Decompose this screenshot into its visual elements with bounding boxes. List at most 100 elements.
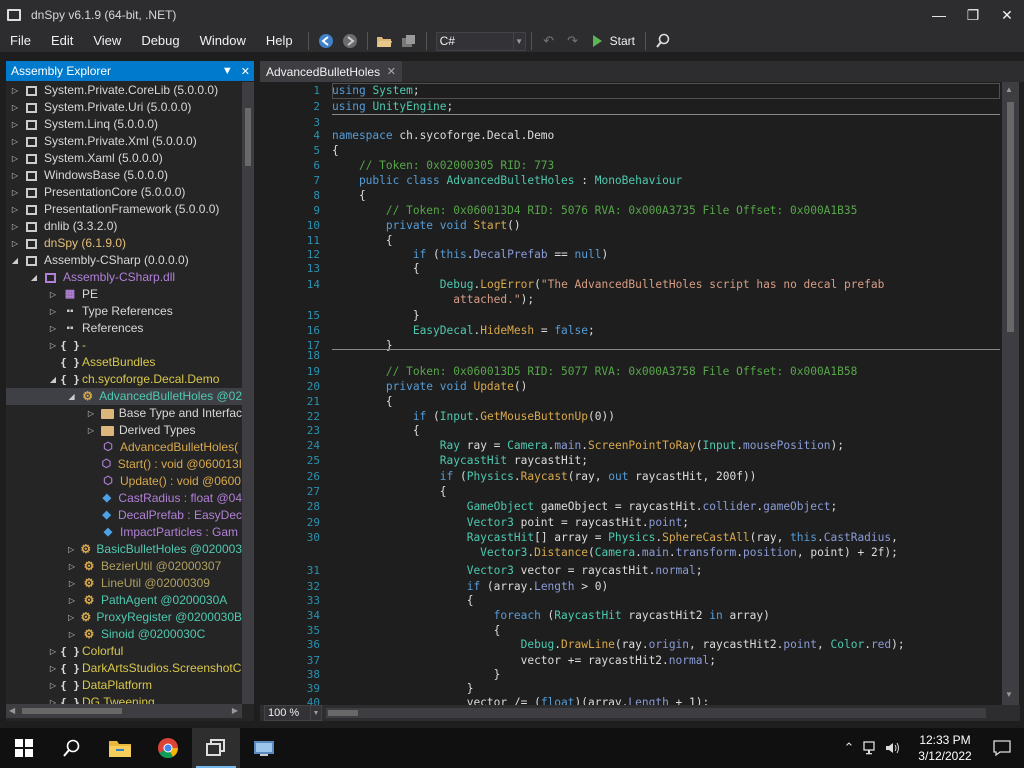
collapse-icon[interactable]: ◢ xyxy=(67,388,76,405)
expand-icon[interactable]: ▷ xyxy=(10,116,20,133)
tree-node[interactable]: ▷ ▦ PE xyxy=(6,286,242,303)
tree-node[interactable]: ▷ PresentationCore (5.0.0.0) xyxy=(6,184,242,201)
expand-icon[interactable]: ▷ xyxy=(10,133,20,150)
navigate-back-icon[interactable] xyxy=(316,31,336,51)
close-panel-icon[interactable]: ✕ xyxy=(241,65,250,78)
expand-icon[interactable]: ▷ xyxy=(48,286,58,303)
expand-icon[interactable]: ▷ xyxy=(86,422,96,439)
chevron-up-icon[interactable]: ⌃ xyxy=(838,728,860,768)
collapse-icon[interactable]: ◢ xyxy=(29,269,39,286)
tree-node[interactable]: ▷ WindowsBase (5.0.0.0) xyxy=(6,167,242,184)
tree-node[interactable]: ▷ PresentationFramework (5.0.0.0) xyxy=(6,201,242,218)
menu-file[interactable]: File xyxy=(0,30,41,52)
open-folder-icon[interactable] xyxy=(375,31,395,51)
expand-icon[interactable]: ▷ xyxy=(10,150,20,167)
tree-node[interactable]: ▷{ } Colorful xyxy=(6,643,242,660)
tree-node[interactable]: ⬡ Start() : void @060013I xyxy=(6,456,242,473)
expand-icon[interactable]: ▷ xyxy=(10,167,20,184)
tree-node[interactable]: ▷ ⚙ LineUtil @02000309 xyxy=(6,575,242,592)
start-menu-button[interactable] xyxy=(0,728,48,768)
tree-node[interactable]: ▷ ⚙ BezierUtil @02000307 xyxy=(6,558,242,575)
collapse-icon[interactable]: ◢ xyxy=(10,252,20,269)
tree-node[interactable]: ▷{ } DataPlatform xyxy=(6,677,242,694)
panel-menu-icon[interactable]: ▼ xyxy=(222,65,233,78)
tree-node[interactable]: ◆ ImpactParticles : Gam xyxy=(6,524,242,541)
menu-debug[interactable]: Debug xyxy=(131,30,189,52)
menu-window[interactable]: Window xyxy=(190,30,256,52)
tree-horizontal-scrollbar[interactable]: ◀ ▶ xyxy=(6,704,242,718)
code-area[interactable]: using System; using UnityEngine; namespace… xyxy=(332,82,1000,705)
open-list-icon[interactable] xyxy=(399,31,419,51)
expand-icon[interactable]: ▷ xyxy=(67,592,77,609)
maximize-button[interactable]: ❐ xyxy=(956,0,990,30)
editor-vertical-scrollbar[interactable]: ▲ ▼ xyxy=(1002,82,1019,705)
expand-icon[interactable]: ▷ xyxy=(48,694,58,704)
expand-icon[interactable]: ▷ xyxy=(10,201,20,218)
expand-icon[interactable]: ▷ xyxy=(67,541,75,558)
tree-node[interactable]: ▷ ▪▪ Type References xyxy=(6,303,242,320)
control-panel-taskbar-button[interactable] xyxy=(240,728,288,768)
close-button[interactable]: ✕ xyxy=(990,0,1024,30)
expand-icon[interactable]: ▷ xyxy=(48,303,58,320)
expand-icon[interactable]: ▷ xyxy=(10,99,20,116)
redo-icon[interactable]: ↷ xyxy=(563,31,583,51)
menu-edit[interactable]: Edit xyxy=(41,30,83,52)
expand-icon[interactable]: ▷ xyxy=(67,575,77,592)
tree-node[interactable]: ▷ System.Private.Uri (5.0.0.0) xyxy=(6,99,242,116)
tree-node[interactable]: ▷ ⚙ ProxyRegister @0200030B xyxy=(6,609,242,626)
tree-node[interactable]: ⬡ AdvancedBulletHoles( xyxy=(6,439,242,456)
expand-icon[interactable]: ▷ xyxy=(48,320,58,337)
tree-node[interactable]: ◆ CastRadius : float @04 xyxy=(6,490,242,507)
collapse-icon[interactable]: ◢ xyxy=(48,371,58,388)
tree-node[interactable]: ◆ DecalPrefab : EasyDec xyxy=(6,507,242,524)
expand-icon[interactable]: ▷ xyxy=(48,660,58,677)
navigate-forward-icon[interactable] xyxy=(340,31,360,51)
tree-node[interactable]: ▷ Derived Types xyxy=(6,422,242,439)
editor-horizontal-scrollbar[interactable] xyxy=(326,708,986,718)
zoom-select[interactable]: 100 % ▼ xyxy=(264,705,322,721)
dnspy-taskbar-button[interactable] xyxy=(192,728,240,768)
start-debugging-button[interactable]: Start xyxy=(592,34,635,48)
tree-node[interactable]: ▷ System.Linq (5.0.0.0) xyxy=(6,116,242,133)
code-editor[interactable]: 1 2 3 4 5 6 7 8 9 10 11 12 13 14 15 16 17 18 19 20 21 22 23 24 2… xyxy=(278,82,1002,705)
menu-help[interactable]: Help xyxy=(256,30,303,52)
chrome-taskbar-button[interactable] xyxy=(144,728,192,768)
expand-icon[interactable]: ▷ xyxy=(67,626,77,643)
tree-node[interactable]: ⬡ Update() : void @0600 xyxy=(6,473,242,490)
tree-node[interactable]: ▷ Base Type and Interfac xyxy=(6,405,242,422)
tree-node[interactable]: ▷ ⚙ PathAgent @0200030A xyxy=(6,592,242,609)
tree-node[interactable]: ▷ System.Xaml (5.0.0.0) xyxy=(6,150,242,167)
file-explorer-taskbar-button[interactable] xyxy=(96,728,144,768)
search-icon[interactable] xyxy=(653,31,673,51)
tree-node[interactable]: ▷ ▪▪ References xyxy=(6,320,242,337)
expand-icon[interactable]: ▷ xyxy=(86,405,96,422)
tree-vertical-scrollbar[interactable] xyxy=(242,82,254,704)
tree-node[interactable]: ▷ ⚙ Sinoid @0200030C xyxy=(6,626,242,643)
expand-icon[interactable]: ▷ xyxy=(10,82,20,99)
tree-node[interactable]: { } AssetBundles xyxy=(6,354,242,371)
undo-icon[interactable]: ↶ xyxy=(539,31,559,51)
tree-node[interactable]: ◢ ⚙ AdvancedBulletHoles @02 xyxy=(6,388,242,405)
tab-advancedbulletholes[interactable]: AdvancedBulletHoles ✕ xyxy=(260,61,402,82)
expand-icon[interactable]: ▷ xyxy=(67,609,75,626)
tree-node[interactable]: ▷ System.Private.Xml (5.0.0.0) xyxy=(6,133,242,150)
tree-node[interactable]: ▷{ } DarkArtsStudios.ScreenshotC xyxy=(6,660,242,677)
language-select[interactable]: C# ▼ xyxy=(435,31,526,51)
action-center-button[interactable] xyxy=(980,728,1024,768)
tree-node[interactable]: ▷{ } DG.Tweening xyxy=(6,694,242,704)
tree-node[interactable]: ▷ ⚙ BasicBulletHoles @020003 xyxy=(6,541,242,558)
expand-icon[interactable]: ▷ xyxy=(10,184,20,201)
clock[interactable]: 12:33 PM 3/12/2022 xyxy=(910,732,980,764)
expand-icon[interactable]: ▷ xyxy=(67,558,77,575)
tree-node[interactable]: ◢ Assembly-CSharp (0.0.0.0) xyxy=(6,252,242,269)
expand-icon[interactable]: ▷ xyxy=(48,643,58,660)
expand-icon[interactable]: ▷ xyxy=(10,218,20,235)
menu-view[interactable]: View xyxy=(83,30,131,52)
tree-node[interactable]: ▷{ } - xyxy=(6,337,242,354)
volume-icon[interactable] xyxy=(882,728,904,768)
tree-node[interactable]: ▷ dnSpy (6.1.9.0) xyxy=(6,235,242,252)
tree-node[interactable]: ▷ dnlib (3.3.2.0) xyxy=(6,218,242,235)
tree-node[interactable]: ◢ Assembly-CSharp.dll xyxy=(6,269,242,286)
network-icon[interactable] xyxy=(860,728,882,768)
expand-icon[interactable]: ▷ xyxy=(10,235,20,252)
